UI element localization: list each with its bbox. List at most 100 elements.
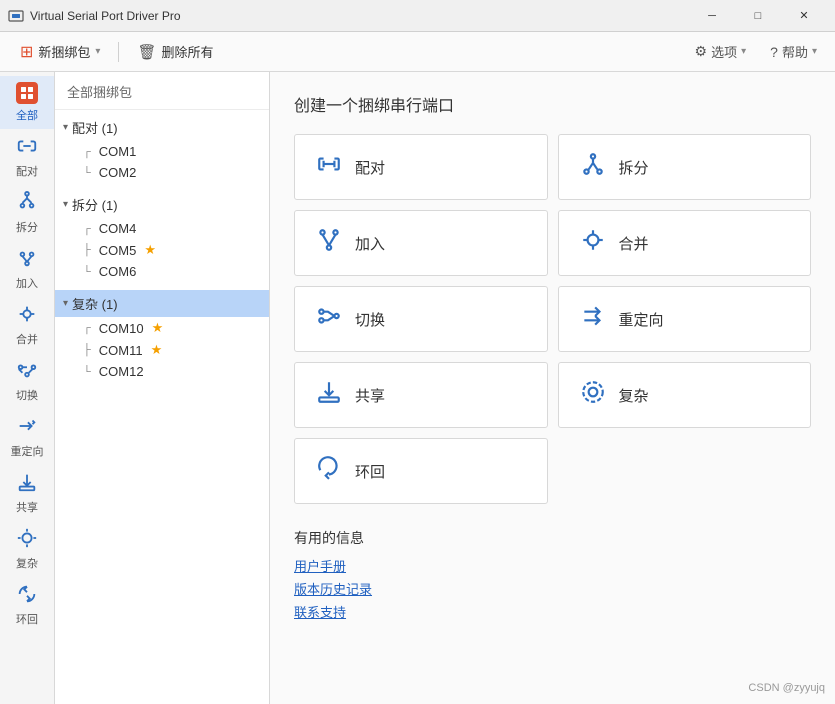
- tree-item-com2[interactable]: └ COM2: [55, 162, 269, 183]
- new-bundle-icon: ⊞: [20, 42, 33, 62]
- connector-com4: ┌: [83, 223, 91, 235]
- sidebar-label-loopback: 环回: [16, 611, 38, 627]
- tree-group-split-label: 拆分 (1): [72, 195, 118, 214]
- delete-icon: 🗑: [137, 43, 156, 61]
- connector-com10: ┌: [83, 322, 91, 334]
- pair-icon: [16, 135, 38, 160]
- sidebar-label-redirect: 重定向: [11, 443, 44, 459]
- sidebar-item-all[interactable]: 全部: [0, 76, 54, 129]
- port-card-merge[interactable]: 合并: [558, 210, 812, 276]
- port-complex-icon: [579, 379, 607, 411]
- connector-com6: └: [83, 266, 91, 278]
- tree-group-split: ▾ 拆分 (1) ┌ COM4 ├ COM5 ★ └ COM6: [55, 187, 269, 286]
- tree-group-complex-header[interactable]: ▾ 复杂 (1): [55, 290, 269, 317]
- tree-item-com12[interactable]: └ COM12: [55, 361, 269, 382]
- sidebar-label-join: 加入: [16, 275, 38, 291]
- chevron-pair: ▾: [63, 122, 68, 133]
- sidebar-item-pair[interactable]: 配对: [0, 129, 54, 185]
- new-bundle-button[interactable]: ⊞ 新捆绑包 ▾: [10, 37, 110, 67]
- tree-item-com1[interactable]: ┌ COM1: [55, 141, 269, 162]
- info-title: 有用的信息: [294, 528, 811, 548]
- join-icon: [16, 247, 38, 272]
- tree-group-pair: ▾ 配对 (1) ┌ COM1 └ COM2: [55, 110, 269, 187]
- port-card-loopback-label: 环回: [355, 461, 385, 482]
- maximize-button[interactable]: □: [735, 0, 781, 32]
- port-card-pair[interactable]: 配对: [294, 134, 548, 200]
- version-history-link[interactable]: 版本历史记录: [294, 579, 811, 598]
- close-button[interactable]: ✕: [781, 0, 827, 32]
- tree-group-complex-label: 复杂 (1): [72, 294, 118, 313]
- port-pair-icon: [315, 151, 343, 183]
- content-title: 创建一个捆绑串行端口: [294, 92, 811, 116]
- tree-item-com12-label: COM12: [99, 364, 144, 379]
- port-split-icon: [579, 151, 607, 183]
- connector-com1: ┌: [83, 146, 91, 158]
- port-type-grid: 配对 拆分: [294, 134, 811, 504]
- switch-icon: [16, 359, 38, 384]
- port-card-loopback[interactable]: 环回: [294, 438, 548, 504]
- sidebar-item-share[interactable]: 共享: [0, 465, 54, 521]
- loopback-icon: [16, 583, 38, 608]
- contact-support-link[interactable]: 联系支持: [294, 602, 811, 621]
- port-card-redirect[interactable]: 重定向: [558, 286, 812, 352]
- help-button[interactable]: ? 帮助 ▾: [762, 38, 825, 65]
- sidebar-item-join[interactable]: 加入: [0, 241, 54, 297]
- tree-header: 全部捆绑包: [55, 72, 269, 110]
- tree-item-com11-label: COM11: [99, 343, 143, 358]
- tree-item-com6[interactable]: └ COM6: [55, 261, 269, 282]
- all-icon: [16, 82, 38, 104]
- sidebar-label-share: 共享: [16, 499, 38, 515]
- app-icon: [8, 8, 24, 24]
- sidebar-item-loopback[interactable]: 环回: [0, 577, 54, 633]
- tree-item-com5[interactable]: ├ COM5 ★: [55, 239, 269, 261]
- tree-group-pair-header[interactable]: ▾ 配对 (1): [55, 114, 269, 141]
- tree-group-complex: ▾ 复杂 (1) ┌ COM10 ★ ├ COM11 ★ └ COM12: [55, 286, 269, 386]
- port-card-complex[interactable]: 复杂: [558, 362, 812, 428]
- tree-group-pair-label: 配对 (1): [72, 118, 118, 137]
- sidebar-item-merge[interactable]: 合并: [0, 297, 54, 353]
- sidebar-label-switch: 切换: [16, 387, 38, 403]
- tree-item-com4[interactable]: ┌ COM4: [55, 218, 269, 239]
- tree-item-com10[interactable]: ┌ COM10 ★: [55, 317, 269, 339]
- port-card-merge-label: 合并: [619, 233, 649, 254]
- port-card-share[interactable]: 共享: [294, 362, 548, 428]
- content-panel: 创建一个捆绑串行端口 配对: [270, 72, 835, 704]
- toolbar-right: ⚙ 选项 ▾ ? 帮助 ▾: [687, 38, 825, 65]
- tree-item-com2-label: COM2: [99, 165, 137, 180]
- gear-icon: ⚙: [695, 43, 708, 60]
- tree-item-com6-label: COM6: [99, 264, 137, 279]
- tree-item-com1-label: COM1: [99, 144, 137, 159]
- watermark: CSDN @zyyujq: [748, 682, 825, 694]
- port-card-split[interactable]: 拆分: [558, 134, 812, 200]
- options-button[interactable]: ⚙ 选项 ▾: [687, 38, 755, 65]
- port-card-pair-label: 配对: [355, 157, 385, 178]
- tree-group-split-header[interactable]: ▾ 拆分 (1): [55, 191, 269, 218]
- sidebar-label-merge: 合并: [16, 331, 38, 347]
- sidebar-label-all: 全部: [16, 107, 38, 123]
- sidebar-item-redirect[interactable]: 重定向: [0, 409, 54, 465]
- port-card-redirect-label: 重定向: [619, 309, 664, 330]
- tree-item-com5-label: COM5: [99, 243, 137, 258]
- window-title: Virtual Serial Port Driver Pro: [30, 9, 689, 23]
- port-card-share-label: 共享: [355, 385, 385, 406]
- tree-item-com11[interactable]: ├ COM11 ★: [55, 339, 269, 361]
- sidebar-label-pair: 配对: [16, 163, 38, 179]
- port-card-switch[interactable]: 切换: [294, 286, 548, 352]
- port-loopback-icon: [315, 455, 343, 487]
- toolbar: ⊞ 新捆绑包 ▾ 🗑 删除所有 ⚙ 选项 ▾ ? 帮助 ▾: [0, 32, 835, 72]
- port-card-join[interactable]: 加入: [294, 210, 548, 276]
- tree-panel: 全部捆绑包 ▾ 配对 (1) ┌ COM1 └ COM2 ▾ 拆分 (1): [55, 72, 270, 704]
- sidebar-label-complex: 复杂: [16, 555, 38, 571]
- sidebar-item-switch[interactable]: 切换: [0, 353, 54, 409]
- merge-icon: [16, 303, 38, 328]
- user-manual-link[interactable]: 用户手册: [294, 556, 811, 575]
- toolbar-separator: [118, 42, 119, 62]
- star-com10: ★: [152, 320, 164, 336]
- sidebar-nav: 全部 配对: [0, 72, 55, 704]
- minimize-button[interactable]: ─: [689, 0, 735, 32]
- delete-all-button[interactable]: 🗑 删除所有: [127, 37, 223, 66]
- sidebar-item-split[interactable]: 拆分: [0, 185, 54, 241]
- split-icon: [16, 191, 38, 216]
- sidebar-item-complex[interactable]: 复杂: [0, 521, 54, 577]
- port-join-icon: [315, 227, 343, 259]
